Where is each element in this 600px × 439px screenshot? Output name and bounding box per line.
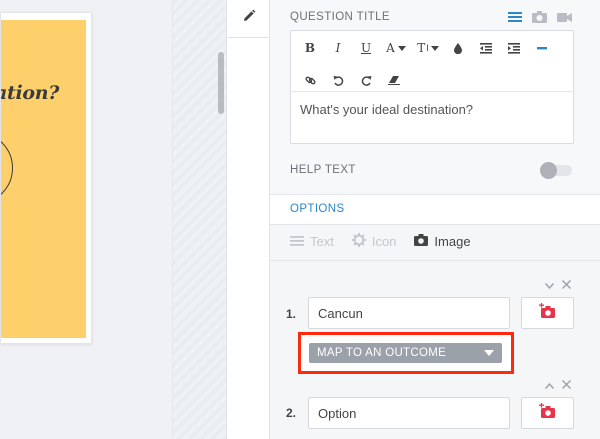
caret-down-icon bbox=[484, 350, 494, 356]
question-title-editor[interactable]: B I U A TI What's your ideal destination… bbox=[290, 30, 574, 144]
text-size-button[interactable]: TI bbox=[413, 37, 443, 59]
option-2-number: 2. bbox=[286, 406, 297, 420]
option-1-number: 1. bbox=[286, 307, 297, 321]
outdent-icon[interactable] bbox=[473, 37, 499, 59]
link-icon[interactable] bbox=[297, 69, 323, 91]
camera-icon[interactable] bbox=[532, 10, 547, 28]
map-outcome-highlight: MAP TO AN OUTCOME bbox=[298, 332, 514, 374]
bold-button[interactable]: B bbox=[297, 37, 323, 59]
question-title-label: QUESTION TITLE bbox=[290, 11, 390, 23]
undo-icon[interactable] bbox=[325, 69, 351, 91]
editor-divider bbox=[291, 91, 573, 92]
option-1-controls bbox=[544, 278, 571, 292]
add-image-icon bbox=[538, 402, 557, 424]
option-2-controls bbox=[544, 378, 571, 392]
camera-icon bbox=[414, 234, 429, 249]
card-background: ation? bbox=[1, 20, 86, 338]
eraser-icon[interactable] bbox=[381, 69, 407, 91]
font-color-button[interactable]: A bbox=[381, 37, 411, 59]
settings-panel: QUESTION TITLE B I U A TI What's your id… bbox=[270, 0, 600, 439]
options-label: OPTIONS bbox=[290, 203, 345, 215]
option-2-input[interactable]: Option bbox=[308, 397, 510, 429]
option-2-add-image-button[interactable] bbox=[521, 397, 574, 429]
close-icon[interactable] bbox=[562, 378, 571, 392]
ink-drop-icon[interactable] bbox=[445, 37, 471, 59]
question-title-section: QUESTION TITLE B I U A TI What's your id… bbox=[270, 0, 600, 195]
option-1-add-image-button[interactable] bbox=[521, 297, 574, 329]
question-title-text[interactable]: What's your ideal destination? bbox=[300, 102, 473, 117]
card-circle-graphic bbox=[1, 132, 13, 204]
gear-icon bbox=[351, 233, 366, 250]
pencil-icon bbox=[242, 9, 256, 28]
tab-text[interactable]: Text bbox=[290, 234, 334, 249]
options-header: OPTIONS bbox=[270, 195, 600, 225]
text-lines-icon[interactable] bbox=[508, 10, 522, 28]
title-media-options bbox=[508, 10, 572, 28]
video-icon[interactable] bbox=[557, 10, 572, 28]
toggle-knob bbox=[540, 162, 557, 179]
lines-icon bbox=[290, 234, 304, 249]
add-image-icon bbox=[538, 302, 557, 324]
tool-column bbox=[226, 0, 270, 439]
help-text-toggle[interactable] bbox=[540, 162, 572, 179]
option-1-input[interactable]: Cancun bbox=[308, 297, 510, 329]
card-title: ation? bbox=[1, 82, 60, 104]
help-text-label: HELP TEXT bbox=[290, 164, 356, 176]
map-to-outcome-label: MAP TO AN OUTCOME bbox=[317, 347, 447, 359]
option-type-tabs: Text Icon Image bbox=[290, 233, 471, 250]
tab-image-label: Image bbox=[434, 234, 471, 249]
canvas-area: ation? bbox=[0, 0, 172, 439]
edit-tab[interactable] bbox=[227, 0, 270, 38]
question-card-preview[interactable]: ation? bbox=[0, 12, 92, 344]
tabs-divider bbox=[270, 260, 600, 261]
italic-button[interactable]: I bbox=[325, 37, 351, 59]
horizontal-rule-icon[interactable] bbox=[529, 37, 555, 59]
editor-toolbar-row-1: B I U A TI bbox=[297, 37, 557, 59]
underline-button[interactable]: U bbox=[353, 37, 379, 59]
canvas-scrollbar[interactable] bbox=[218, 52, 224, 114]
redo-icon[interactable] bbox=[353, 69, 379, 91]
tab-icon-label: Icon bbox=[371, 234, 397, 249]
map-to-outcome-dropdown[interactable]: MAP TO AN OUTCOME bbox=[309, 343, 502, 363]
tab-image[interactable]: Image bbox=[414, 234, 471, 249]
close-icon[interactable] bbox=[562, 278, 571, 292]
editor-toolbar-row-2 bbox=[297, 69, 409, 91]
chevron-up-icon[interactable] bbox=[544, 378, 555, 392]
chevron-down-icon[interactable] bbox=[544, 278, 555, 292]
tab-icon[interactable]: Icon bbox=[351, 233, 397, 250]
indent-icon[interactable] bbox=[501, 37, 527, 59]
tab-text-label: Text bbox=[310, 234, 334, 249]
